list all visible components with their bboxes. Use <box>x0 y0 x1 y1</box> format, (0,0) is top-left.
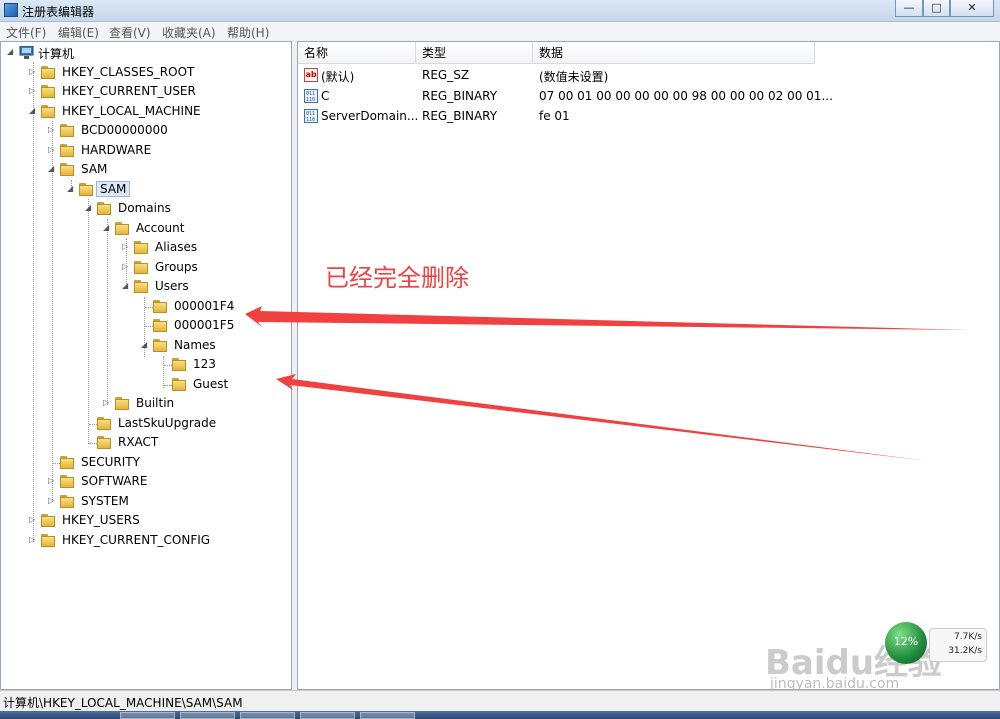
upload-speed: 7.7K/s <box>954 632 982 642</box>
taskbar-button[interactable] <box>300 712 355 719</box>
arrow-to-000001F5 <box>245 306 968 330</box>
network-speed-widget[interactable]: 12% 7.7K/s 31.2K/s <box>885 622 990 664</box>
annotation-arrows <box>245 306 968 461</box>
arrow-to-guest <box>276 374 928 461</box>
status-path: 计算机\HKEY_LOCAL_MACHINE\SAM\SAM <box>3 696 243 710</box>
taskbar-button[interactable] <box>240 712 295 719</box>
widget-percent: 12% <box>893 635 919 648</box>
taskbar <box>0 711 1000 719</box>
taskbar-button[interactable] <box>360 712 415 719</box>
taskbar-button[interactable] <box>180 712 235 719</box>
taskbar-button[interactable] <box>120 712 175 719</box>
speed-panel: 7.7K/s 31.2K/s <box>929 628 987 662</box>
status-bar: 计算机\HKEY_LOCAL_MACHINE\SAM\SAM <box>0 690 1000 711</box>
download-speed: 31.2K/s <box>948 646 982 656</box>
